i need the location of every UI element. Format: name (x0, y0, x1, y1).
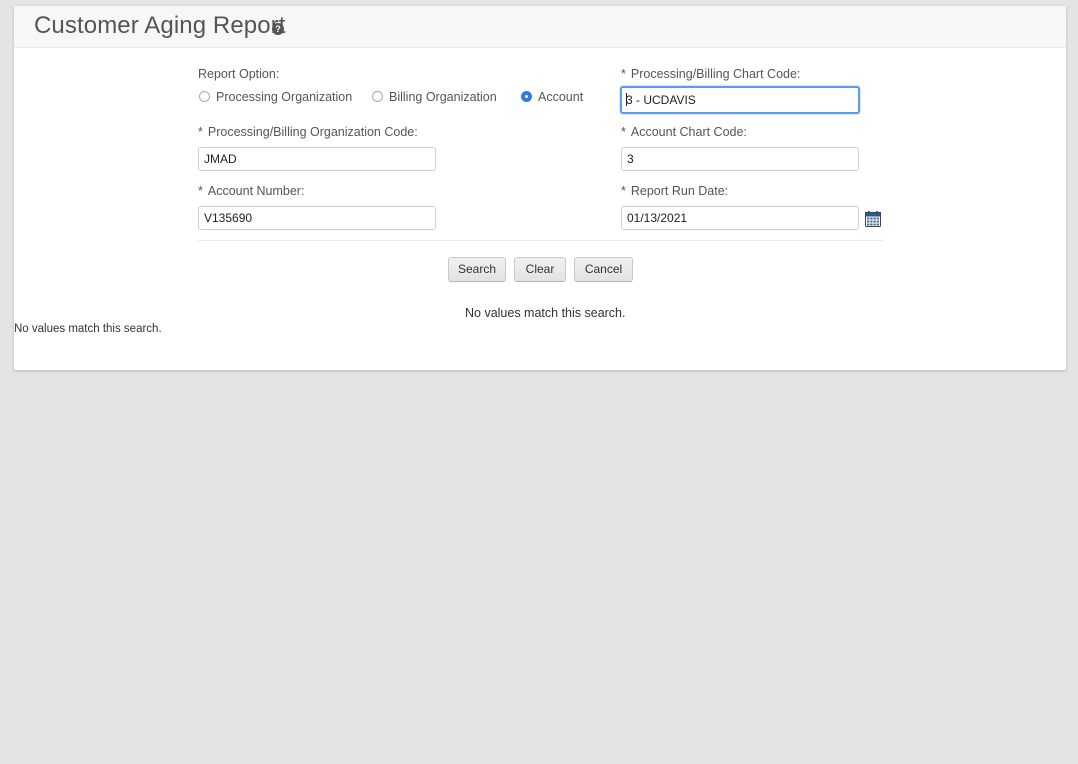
account-number-input[interactable]: V135690 (198, 206, 436, 230)
account-chart-code-input[interactable]: 3 (621, 147, 859, 171)
required-marker: * (621, 67, 626, 81)
required-marker: * (621, 184, 626, 198)
processing-chart-code-label-text: Processing/Billing Chart Code: (630, 67, 801, 81)
radio-account-label: Account (538, 90, 584, 104)
required-marker: * (621, 125, 626, 139)
page-title: Customer Aging Report (34, 12, 286, 39)
report-run-date-label-text: Report Run Date: (630, 184, 729, 198)
radio-account-button[interactable] (521, 91, 532, 103)
report-option-label: Report Option: (198, 67, 280, 81)
radio-processing-organization-label: Processing Organization (216, 90, 353, 104)
form-divider (198, 240, 884, 241)
required-marker: * (198, 125, 203, 139)
radio-processing-organization[interactable]: Processing Organization (199, 90, 352, 104)
no-results-message-left: No values match this search. (14, 323, 162, 335)
required-marker: * (198, 184, 203, 198)
radio-billing-organization-label: Billing Organization (389, 90, 497, 104)
clear-button[interactable]: Clear (514, 257, 566, 282)
processing-org-code-label-text: Processing/Billing Organization Code: (207, 125, 418, 139)
report-run-date-label: * Report Run Date: (621, 184, 728, 198)
radio-account[interactable]: Account (521, 90, 583, 104)
text-caret (626, 93, 627, 107)
processing-org-code-input[interactable]: JMAD (198, 147, 436, 171)
processing-chart-code-input[interactable]: 3 - UCDAVIS (620, 86, 860, 114)
account-chart-code-label-text: Account Chart Code: (630, 125, 747, 139)
help-icon[interactable]: ? (272, 23, 284, 35)
radio-billing-organization[interactable]: Billing Organization (372, 90, 497, 104)
account-number-label-text: Account Number: (207, 184, 305, 198)
processing-chart-code-label: * Processing/Billing Chart Code: (621, 67, 800, 81)
report-panel: Customer Aging Report ? Report Option: P… (14, 6, 1066, 370)
search-button[interactable]: Search (448, 257, 506, 282)
radio-processing-organization-button[interactable] (199, 91, 210, 103)
no-results-message: No values match this search. (465, 306, 626, 320)
processing-org-code-label: * Processing/Billing Organization Code: (198, 125, 418, 139)
calendar-icon[interactable] (865, 211, 881, 227)
cancel-button[interactable]: Cancel (574, 257, 633, 282)
account-chart-code-label: * Account Chart Code: (621, 125, 747, 139)
report-run-date-input[interactable]: 01/13/2021 (621, 206, 859, 230)
processing-chart-code-value: 3 - UCDAVIS (626, 93, 696, 107)
panel-header: Customer Aging Report ? (14, 6, 1066, 48)
radio-billing-organization-button[interactable] (372, 91, 383, 103)
account-number-label: * Account Number: (198, 184, 304, 198)
